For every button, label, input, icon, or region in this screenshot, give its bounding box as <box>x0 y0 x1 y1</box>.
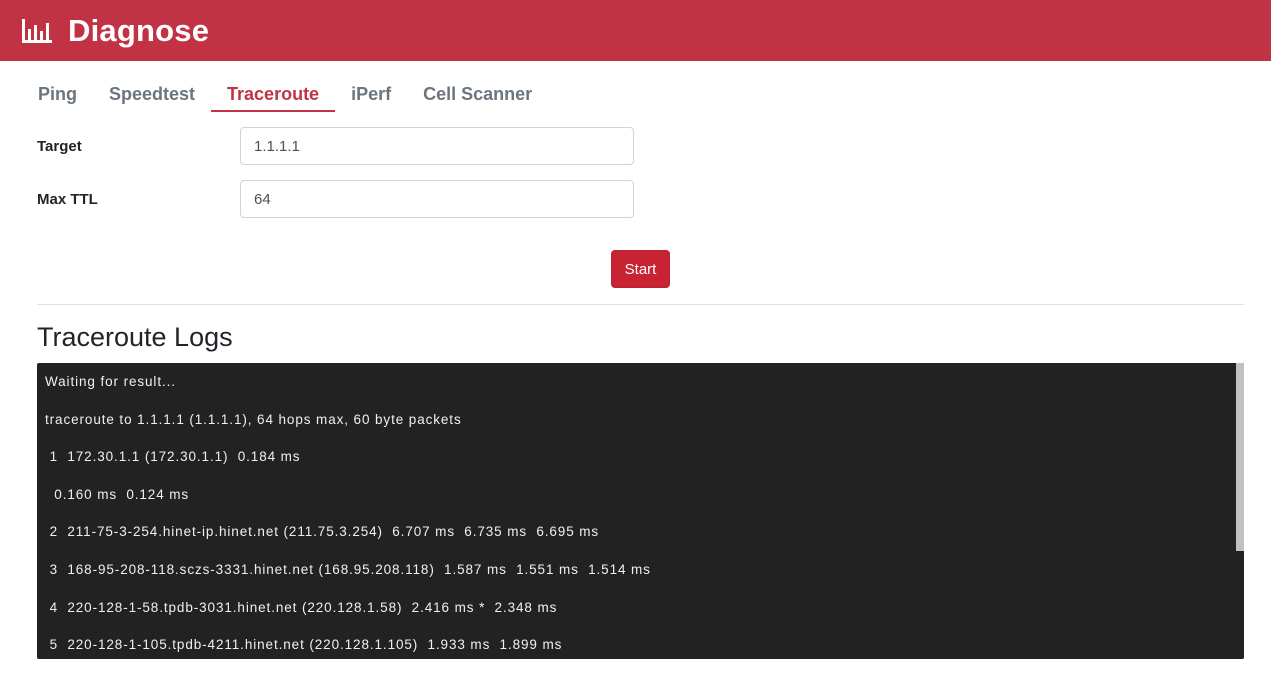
tab-ping[interactable]: Ping <box>22 84 93 112</box>
log-line: 1 172.30.1.1 (172.30.1.1) 0.184 ms <box>45 449 301 465</box>
max-ttl-row: Max TTL <box>37 180 637 218</box>
log-scrollbar-thumb[interactable] <box>1236 363 1244 551</box>
log-line: 2 211-75-3-254.hinet-ip.hinet.net (211.7… <box>45 524 600 540</box>
bar-chart-icon <box>22 18 52 43</box>
tab-traceroute[interactable]: Traceroute <box>211 84 336 112</box>
log-scrollbar[interactable] <box>1236 363 1244 659</box>
divider <box>37 304 1244 305</box>
logs-title: Traceroute Logs <box>37 322 233 352</box>
log-line: 3 168-95-208-118.sczs-3331.hinet.net (16… <box>45 561 651 577</box>
log-line: Waiting for result... <box>45 374 176 389</box>
log-line: 0.160 ms 0.124 ms <box>45 486 190 502</box>
target-row: Target <box>37 127 637 165</box>
log-lines: Waiting for result... traceroute to 1.1.… <box>45 374 1230 659</box>
tab-iperf[interactable]: iPerf <box>335 84 407 112</box>
traceroute-log-panel[interactable]: Waiting for result... traceroute to 1.1.… <box>37 363 1244 659</box>
diagnose-tabs: Ping Speedtest Traceroute iPerf Cell Sca… <box>22 80 548 112</box>
app-header: Diagnose <box>0 0 1271 61</box>
log-line: 5 220-128-1-105.tpdb-4211.hinet.net (220… <box>45 637 563 653</box>
max-ttl-label: Max TTL <box>37 190 98 208</box>
target-label: Target <box>37 137 82 155</box>
tab-cell-scanner[interactable]: Cell Scanner <box>407 84 548 112</box>
page-title: Diagnose <box>68 12 210 48</box>
target-input[interactable] <box>240 127 634 165</box>
log-line: traceroute to 1.1.1.1 (1.1.1.1), 64 hops… <box>45 411 462 427</box>
tab-speedtest[interactable]: Speedtest <box>93 84 211 112</box>
max-ttl-input[interactable] <box>240 180 634 218</box>
start-button[interactable]: Start <box>611 250 670 288</box>
log-line: 4 220-128-1-58.tpdb-3031.hinet.net (220.… <box>45 599 558 615</box>
